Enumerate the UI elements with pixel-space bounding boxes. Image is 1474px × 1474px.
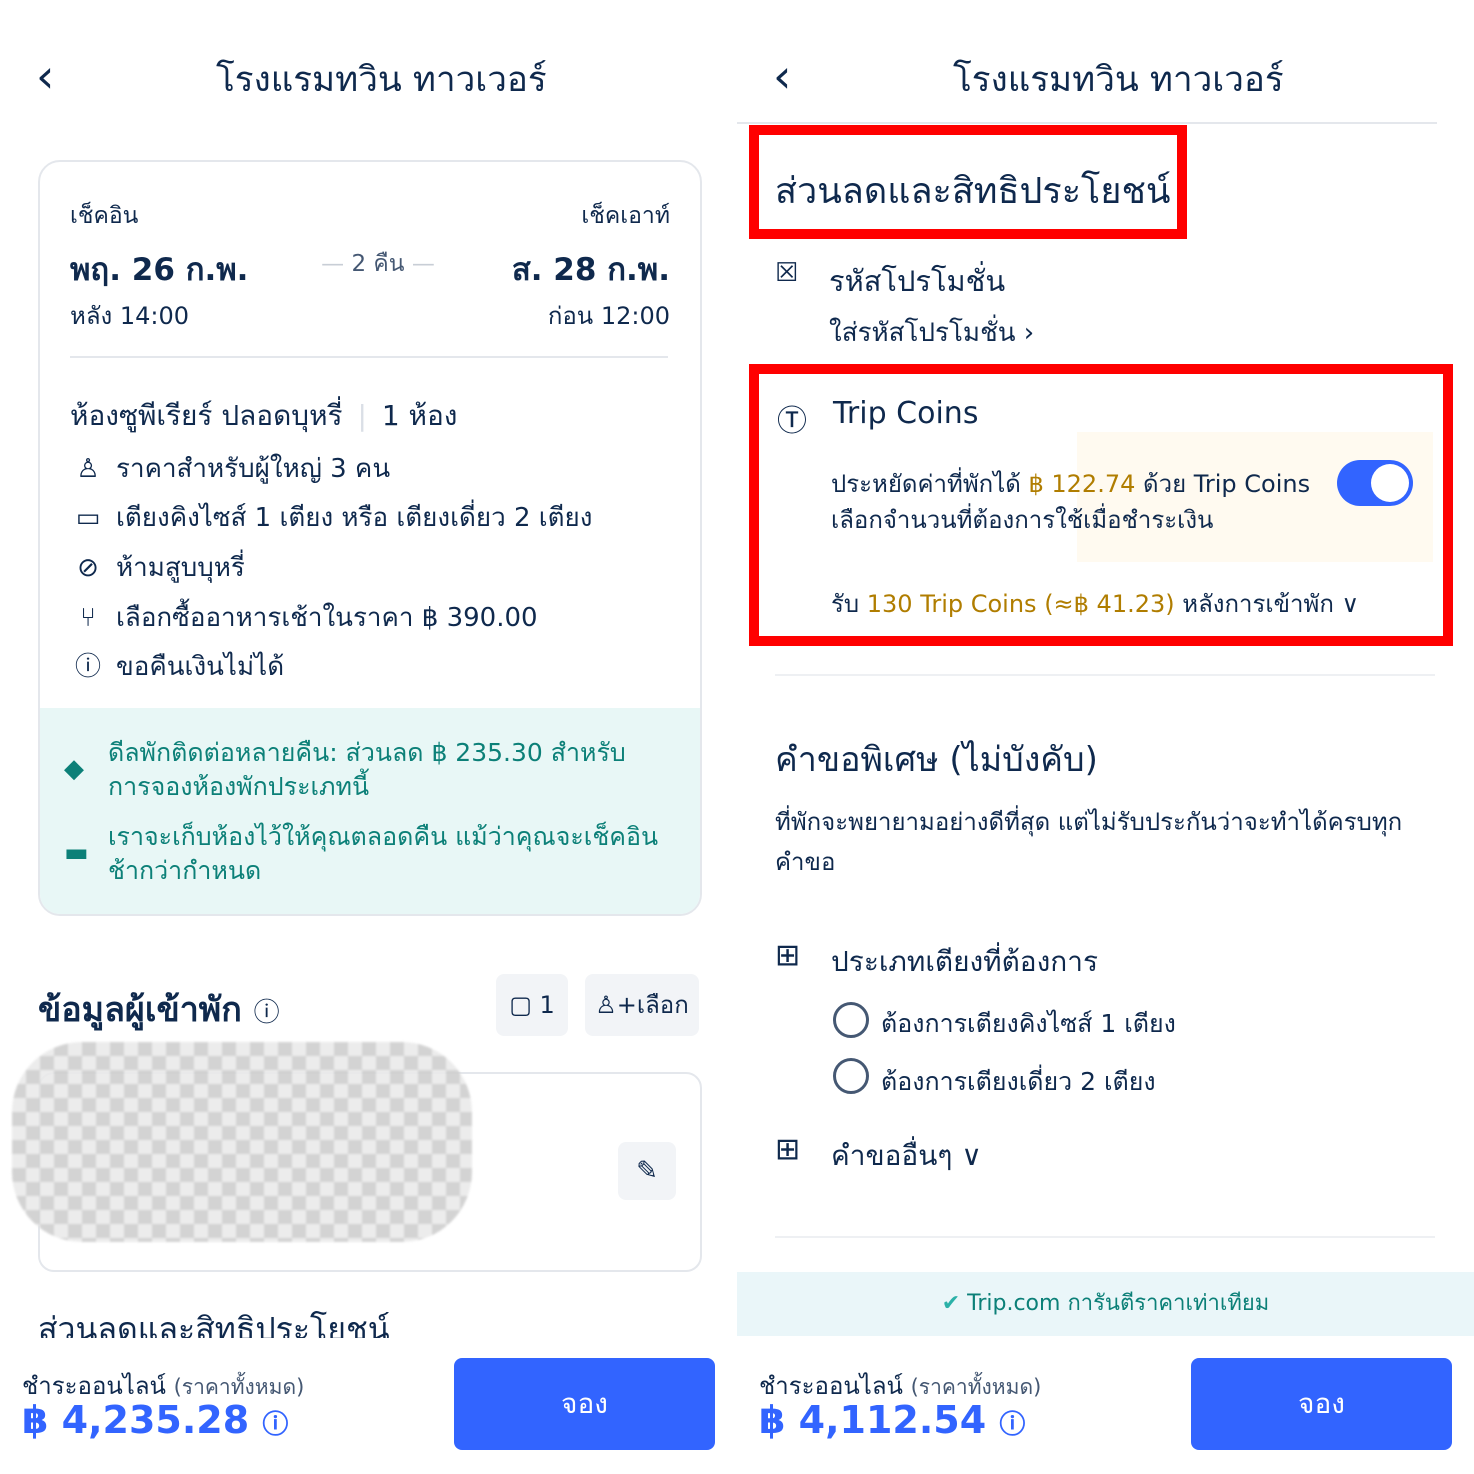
feature-text: เตียงคิงไซส์ 1 เตียง หรือ เตียงเดี่ยว 2 … (116, 503, 593, 533)
redacted-guest-info (12, 1042, 472, 1242)
total-price: ฿ 4,235.28 ⓘ (22, 1398, 288, 1442)
late-checkin-line1: เราจะเก็บห้องไว้ให้คุณตลอดคืน แม้ว่าคุณจ… (108, 822, 659, 851)
edit-icon[interactable]: ✎ (618, 1142, 676, 1200)
bottom-bar: ชำระออนไลน์ (ราคาทั้งหมด) ฿ 4,112.54 ⓘ จ… (737, 1338, 1474, 1474)
radio-twin-bed[interactable] (833, 1058, 869, 1094)
pay-label-text: ชำระออนไลน์ (759, 1372, 903, 1400)
info-icon[interactable]: ⓘ (262, 1410, 288, 1440)
feature-text: ห้ามสูบบุหรี่ (116, 553, 245, 583)
grid-icon: ⊞ (775, 938, 801, 973)
tag-icon: ◆ (64, 754, 84, 784)
select-guest-button[interactable]: ♙+เลือก (585, 974, 699, 1036)
back-chevron-icon[interactable]: ‹ (773, 52, 813, 102)
feature-no-smoking: ⊘ ห้ามสูบบุหรี่ (70, 547, 245, 588)
grid-icon: ⊞ (775, 1132, 801, 1167)
guest-count: 1 (539, 991, 555, 1019)
checkout-label: เช็คเอาท์ (581, 203, 670, 229)
left-screen: ‹ โรงแรมทวิน ทาวเวอร์ เช็คอิน เช็คเอาท์ … (0, 0, 737, 1474)
person-icon: ♙ (76, 454, 100, 484)
chevron-down-icon: ∨ (961, 1139, 982, 1172)
feature-text: ขอคืนเงินไม่ได้ (116, 652, 285, 682)
price-guarantee-banner: ✔ Trip.com การันตีราคาเท่าเทียม (737, 1272, 1474, 1336)
right-screen: ‹ โรงแรมทวิน ทาวเวอร์ ส่วนลดและสิทธิประโ… (737, 0, 1474, 1474)
divider (775, 1236, 1435, 1238)
alert-circle-icon: ⓘ (74, 652, 101, 682)
chevron-right-icon: › (1023, 318, 1035, 348)
total-price: ฿ 4,112.54 ⓘ (759, 1398, 1025, 1442)
highlight-box-title (749, 125, 1187, 239)
select-label: เลือก (636, 991, 689, 1019)
bed-type-title: ประเภทเตียงที่ต้องการ (831, 945, 1099, 978)
special-request-title: คำขอพิเศษ (ไม่บังคับ) (775, 740, 1098, 780)
feature-bed: ▭ เตียงคิงไซส์ 1 เตียง หรือ เตียงเดี่ยว 2… (70, 497, 593, 538)
guest-count-chip[interactable]: ▢ 1 (496, 974, 568, 1036)
bed-icon: ▭ (75, 503, 101, 533)
feature-adults: ♙ ราคาสำหรับผู้ใหญ่ 3 คน (70, 448, 390, 489)
promo-code-link[interactable]: ใส่รหัสโปรโมชั่น › (829, 312, 1034, 353)
promo-box: ◆ ดีลพักติดต่อหลายคืน: ส่วนลด ฿ 235.30 ส… (40, 708, 700, 914)
checkout-date: ส. 28 ก.พ. (511, 252, 670, 288)
special-desc-line1: ที่พักจะพยายามอย่างดีที่สุด แต่ไม่รับประ… (775, 808, 1403, 836)
divider (70, 356, 668, 358)
feature-text: ราคาสำหรับผู้ใหญ่ 3 คน (116, 454, 391, 484)
pay-label-text: ชำระออนไลน์ (22, 1372, 166, 1400)
special-desc-line2: คำขอ (775, 848, 836, 876)
guarantee-text: Trip.com การันตีราคาเท่าเทียม (967, 1291, 1270, 1316)
guest-info-title: ข้อมูลผู้เข้าพัก ⓘ (38, 982, 280, 1036)
late-checkin-line2: ช้ากว่ากำหนด (108, 856, 262, 885)
pay-sub: (ราคาทั้งหมด) (173, 1375, 305, 1399)
room-name: ห้องซูพีเรียร์ ปลอดบุหรี่ (70, 399, 343, 432)
checkin-label: เช็คอิน (70, 203, 139, 229)
add-person-icon: ♙+ (595, 991, 637, 1019)
nights-text: 2 คืน (351, 251, 405, 277)
info-icon[interactable]: ⓘ (999, 1410, 1025, 1440)
promo-code-link-text: ใส่รหัสโปรโมชั่น (829, 318, 1016, 348)
bed-option-twin[interactable]: ต้องการเตียงเดี่ยว 2 เตียง (881, 1062, 1156, 1102)
feature-breakfast: ⑂ เลือกซื้ออาหารเช้าในราคา ฿ 390.00 (70, 597, 538, 638)
header-divider (737, 122, 1437, 124)
multi-night-deal-line2: การจองห้องพักประเภทนี้ (108, 772, 370, 801)
book-button[interactable]: จอง (1191, 1358, 1452, 1450)
checkout-time: ก่อน 12:00 (547, 302, 670, 330)
info-icon[interactable]: ⓘ (254, 998, 280, 1028)
feature-text: เลือกซื้ออาหารเช้าในราคา ฿ 390.00 (116, 603, 538, 633)
back-chevron-icon[interactable]: ‹ (36, 52, 76, 102)
room-title: ห้องซูพีเรียร์ ปลอดบุหรี่ | 1 ห้อง (70, 399, 458, 432)
bed-option-king[interactable]: ต้องการเตียงคิงไซส์ 1 เตียง (881, 1004, 1176, 1044)
check-icon: ✔ (941, 1291, 961, 1316)
hotel-title: โรงแรมทวิน ทาวเวอร์ (216, 60, 547, 100)
booking-summary-card: เช็คอิน เช็คเอาท์ พฤ. 26 ก.พ. — 2 คืน — … (38, 160, 702, 916)
door-icon: ▢ (509, 991, 532, 1019)
card-icon: ▬ (64, 838, 89, 868)
price-value: ฿ 4,235.28 (22, 1398, 250, 1442)
no-smoking-icon: ⊘ (77, 553, 99, 583)
ticket-icon: ☒ (775, 258, 799, 288)
highlight-box-coins (749, 364, 1453, 646)
nights-count: — 2 คืน — (321, 251, 435, 277)
price-value: ฿ 4,112.54 (759, 1398, 987, 1442)
promo-code-title: รหัสโปรโมชั่น (829, 264, 1006, 298)
checkin-time: หลัง 14:00 (70, 302, 190, 330)
radio-king-bed[interactable] (833, 1002, 869, 1038)
feature-nonrefundable: ⓘ ขอคืนเงินไม่ได้ (70, 646, 284, 687)
hotel-title: โรงแรมทวิน ทาวเวอร์ (953, 60, 1284, 100)
checkin-date: พฤ. 26 ก.พ. (70, 252, 249, 288)
utensils-icon: ⑂ (80, 603, 96, 633)
book-button[interactable]: จอง (454, 1358, 715, 1450)
other-requests[interactable]: คำขออื่นๆ ∨ (831, 1134, 982, 1178)
divider (775, 674, 1435, 676)
guest-title-text: ข้อมูลผู้เข้าพัก (38, 990, 242, 1030)
multi-night-deal-line1: ดีลพักติดต่อหลายคืน: ส่วนลด ฿ 235.30 สำห… (108, 738, 626, 767)
bottom-bar: ชำระออนไลน์ (ราคาทั้งหมด) ฿ 4,235.28 ⓘ จ… (0, 1338, 737, 1474)
pay-sub: (ราคาทั้งหมด) (910, 1375, 1042, 1399)
other-requests-text: คำขออื่นๆ (831, 1139, 953, 1172)
room-count: 1 ห้อง (381, 399, 458, 432)
